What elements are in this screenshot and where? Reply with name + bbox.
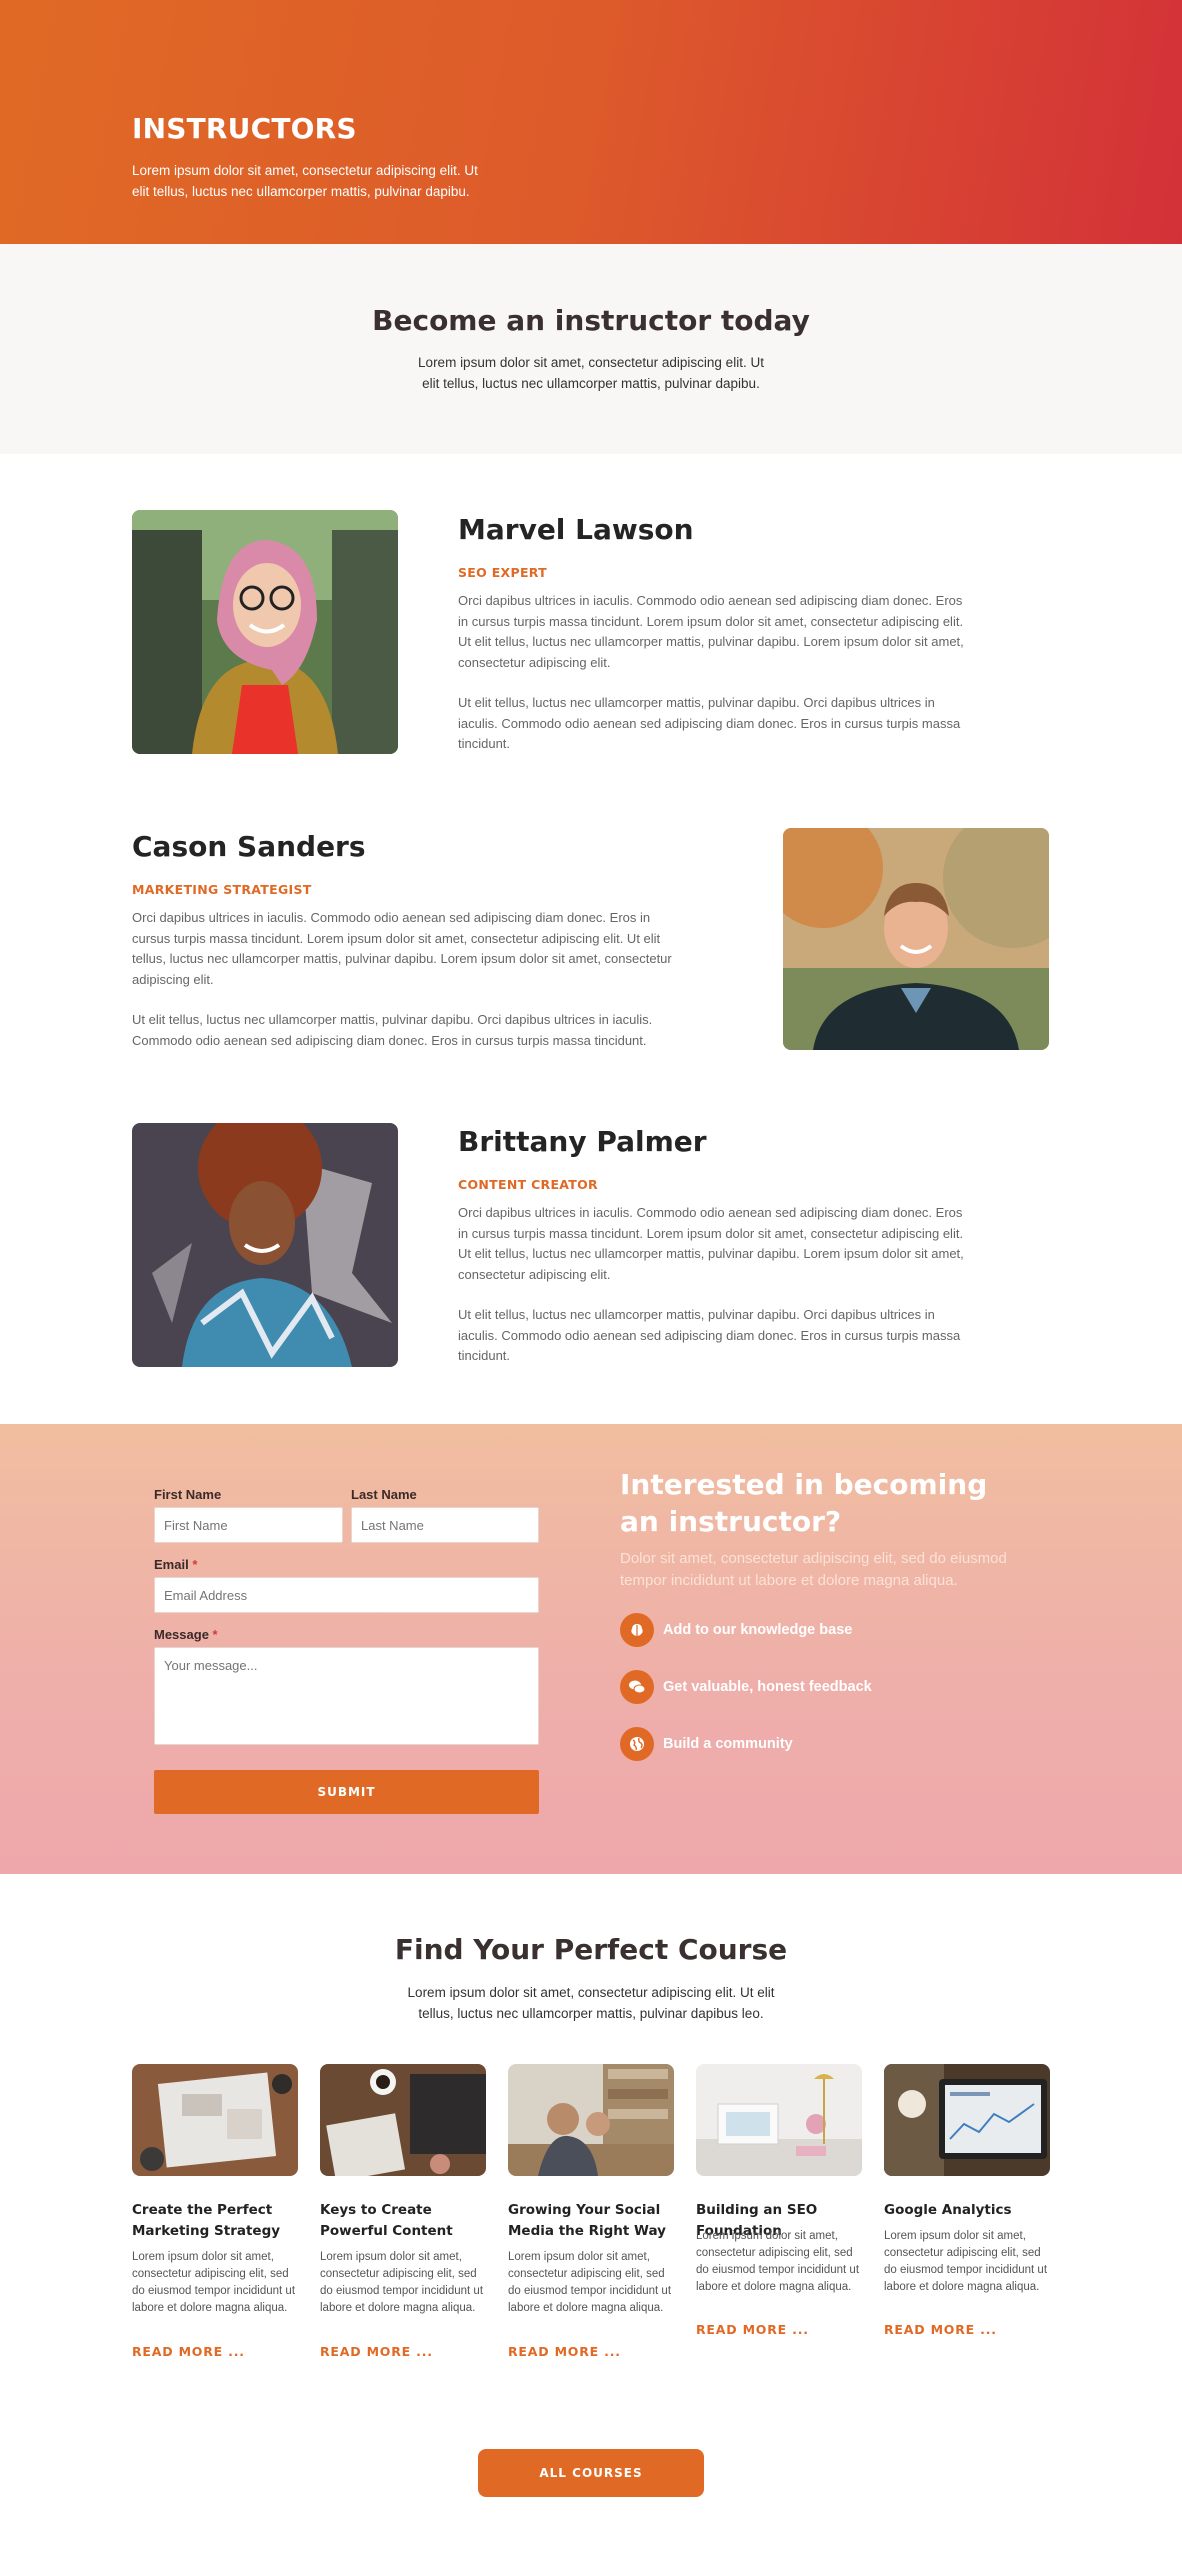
feature-item: Add to our knowledge base	[620, 1613, 852, 1647]
course-image[interactable]	[132, 2064, 298, 2176]
first-name-field[interactable]	[154, 1507, 343, 1543]
read-more-link[interactable]: READ MORE ...	[320, 2344, 433, 2359]
all-courses-button[interactable]: ALL COURSES	[478, 2449, 704, 2497]
courses-title: Find Your Perfect Course	[394, 1933, 788, 1966]
instructor-name: Cason Sanders	[132, 830, 366, 863]
course-description: Lorem ipsum dolor sit amet, consectetur …	[320, 2251, 484, 2314]
instructor-role: CONTENT CREATOR	[458, 1177, 598, 1192]
last-name-label: Last Name	[351, 1487, 417, 1502]
instructor-name: Brittany Palmer	[458, 1125, 707, 1158]
read-more-link[interactable]: READ MORE ...	[508, 2344, 621, 2359]
instructor-role: SEO EXPERT	[458, 565, 547, 580]
instructor-photo	[783, 828, 1049, 1050]
required-asterisk: *	[212, 1627, 218, 1642]
feature-label: Build a community	[663, 1736, 793, 1752]
feature-item: Build a community	[620, 1727, 793, 1761]
become-instructor-section: Become an instructor today Lorem ipsum d…	[0, 244, 1182, 454]
message-field[interactable]	[154, 1647, 539, 1745]
instructor-photo	[132, 1123, 398, 1367]
course-image[interactable]	[696, 2064, 862, 2176]
course-title[interactable]: Growing Your Social Media the Right Way	[508, 2200, 676, 2242]
email-label: Email *	[154, 1557, 197, 1572]
feature-label: Get valuable, honest feedback	[663, 1679, 872, 1695]
feature-item: Get valuable, honest feedback	[620, 1670, 872, 1704]
course-image[interactable]	[508, 2064, 674, 2176]
read-more-link[interactable]: READ MORE ...	[132, 2344, 245, 2359]
interested-title: Interested in becoming an instructor?	[620, 1468, 988, 1538]
instructor-photo	[132, 510, 398, 754]
brain-icon	[620, 1613, 654, 1647]
course-title[interactable]: Google Analytics	[884, 2200, 1052, 2221]
message-label-text: Message	[154, 1627, 209, 1642]
instructor-bio: Orci dapibus ultrices in iaculis. Commod…	[458, 1205, 964, 1282]
hero-banner: INSTRUCTORS Lorem ipsum dolor sit amet, …	[0, 0, 1182, 244]
course-description: Lorem ipsum dolor sit amet, consectetur …	[884, 2230, 1048, 2293]
hero-title: INSTRUCTORS	[132, 112, 357, 145]
course-image[interactable]	[884, 2064, 1050, 2176]
email-field[interactable]	[154, 1577, 539, 1613]
hero-subtitle: Lorem ipsum dolor sit amet, consectetur …	[132, 163, 478, 199]
globe-icon	[620, 1727, 654, 1761]
course-description: Lorem ipsum dolor sit amet, consectetur …	[696, 2230, 860, 2293]
instructor-bio: Orci dapibus ultrices in iaculis. Commod…	[132, 910, 672, 987]
chat-bubbles-icon	[620, 1670, 654, 1704]
course-image[interactable]	[320, 2064, 486, 2176]
submit-button[interactable]: SUBMIT	[154, 1770, 539, 1814]
become-title: Become an instructor today	[372, 304, 810, 337]
instructor-role: MARKETING STRATEGIST	[132, 882, 312, 897]
feature-label: Add to our knowledge base	[663, 1622, 853, 1638]
read-more-link[interactable]: READ MORE ...	[884, 2322, 997, 2337]
interested-subtitle: Dolor sit amet, consectetur adipiscing e…	[620, 1550, 1007, 1589]
email-label-text: Email	[154, 1557, 189, 1572]
message-label: Message *	[154, 1627, 218, 1642]
last-name-field[interactable]	[351, 1507, 539, 1543]
courses-subtitle: Lorem ipsum dolor sit amet, consectetur …	[407, 1985, 775, 2021]
instructor-name: Marvel Lawson	[458, 513, 694, 546]
instructor-bio: Orci dapibus ultrices in iaculis. Commod…	[458, 593, 964, 670]
read-more-link[interactable]: READ MORE ...	[696, 2322, 809, 2337]
course-description: Lorem ipsum dolor sit amet, consectetur …	[132, 2251, 296, 2314]
course-description: Lorem ipsum dolor sit amet, consectetur …	[508, 2251, 672, 2314]
instructor-bio: Ut elit tellus, luctus nec ullamcorper m…	[458, 1307, 961, 1363]
required-asterisk: *	[192, 1557, 198, 1572]
instructor-bio: Ut elit tellus, luctus nec ullamcorper m…	[458, 695, 961, 751]
course-title[interactable]: Create the Perfect Marketing Strategy	[132, 2200, 300, 2242]
course-title[interactable]: Keys to Create Powerful Content	[320, 2200, 488, 2242]
become-subtitle: Lorem ipsum dolor sit amet, consectetur …	[418, 355, 764, 391]
instructor-bio: Ut elit tellus, luctus nec ullamcorper m…	[132, 1012, 653, 1048]
first-name-label: First Name	[154, 1487, 222, 1502]
